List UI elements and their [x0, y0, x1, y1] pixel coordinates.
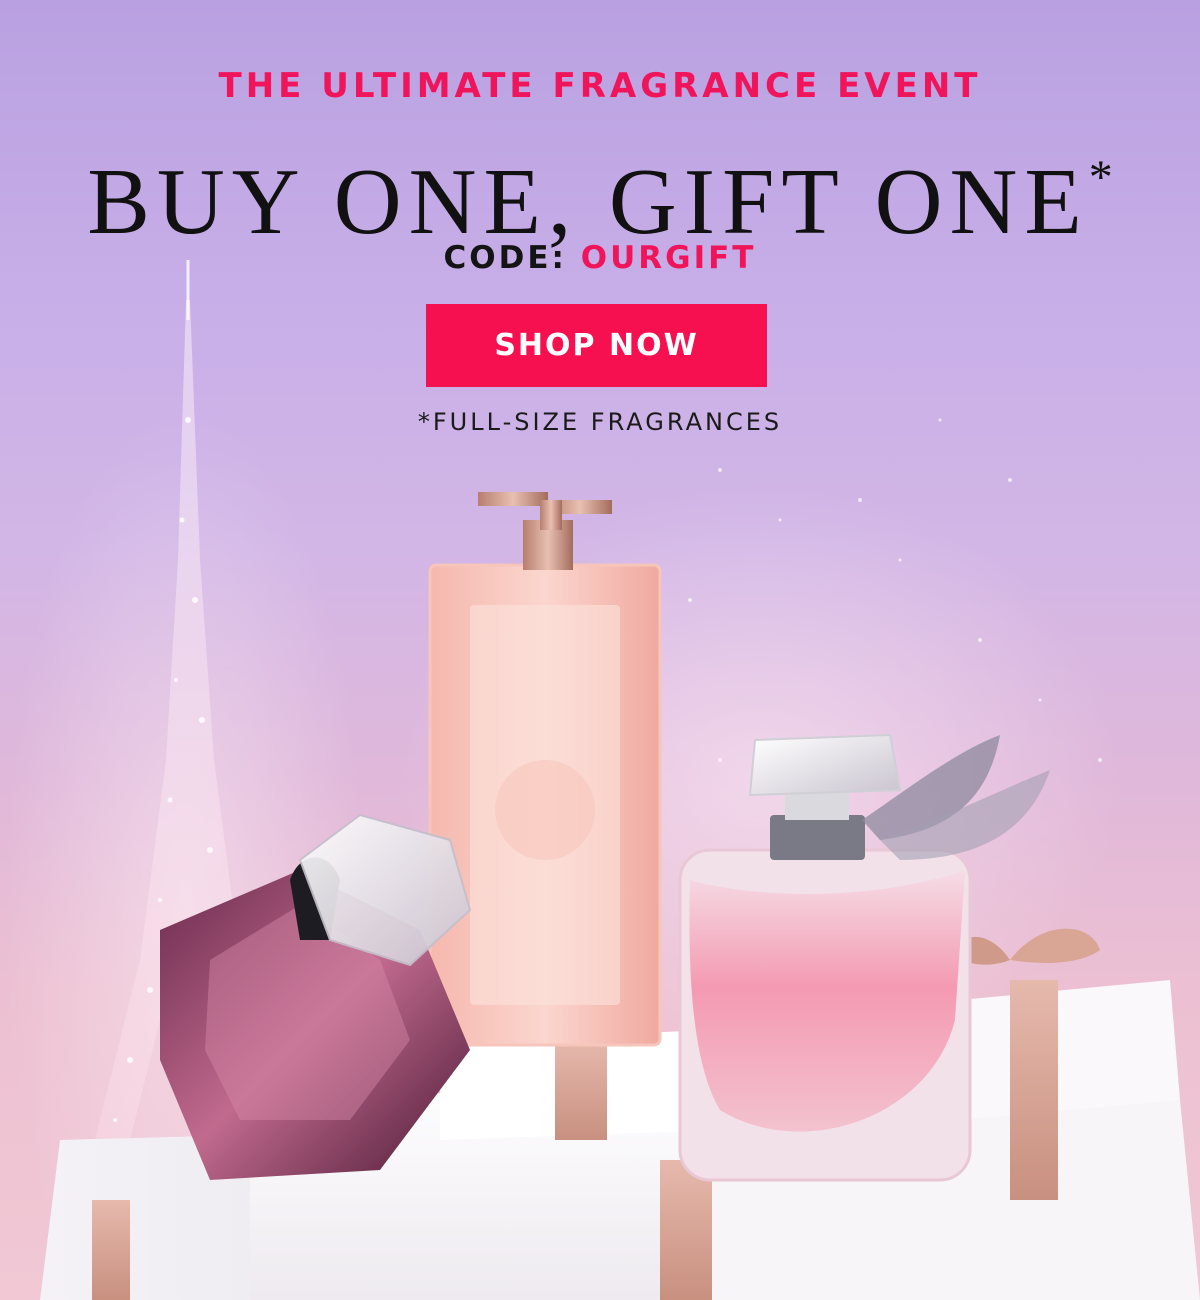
- tall-rectangular-perfume-bottle: [428, 492, 662, 1047]
- product-scene: [40, 492, 1200, 1300]
- promo-banner: THE ULTIMATE FRAGRANCE EVENT BUY ONE, GI…: [0, 0, 1200, 1300]
